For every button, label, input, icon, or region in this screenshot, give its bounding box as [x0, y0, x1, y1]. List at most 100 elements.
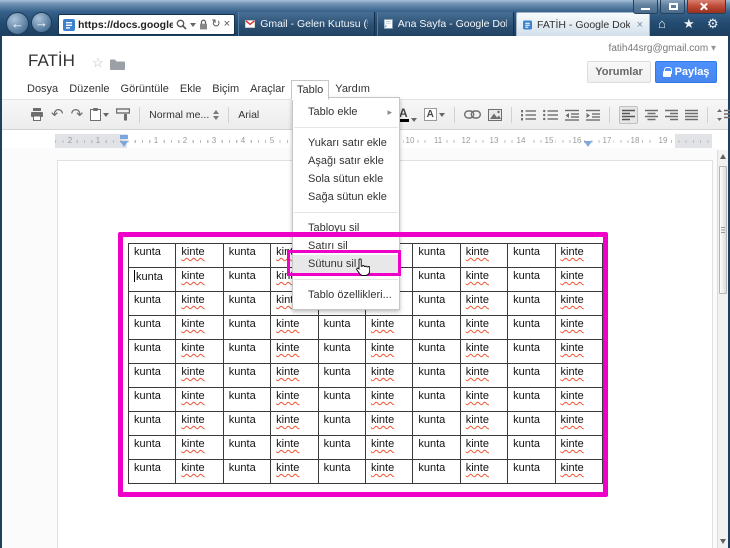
bulleted-list-icon[interactable] [542, 109, 558, 121]
align-right-icon[interactable] [664, 109, 678, 121]
refresh-icon[interactable]: ↻ [211, 19, 220, 30]
menu-separator [294, 212, 398, 213]
gmail-icon [245, 20, 256, 28]
scrollbar-thumb[interactable] [719, 166, 727, 294]
increase-indent-icon[interactable] [585, 109, 600, 121]
menubar-item[interactable]: Biçim [207, 80, 244, 100]
print-icon[interactable] [30, 108, 44, 121]
menubar-item[interactable]: Tablo [291, 80, 330, 100]
ruler-number: 10 [403, 136, 417, 145]
menu-item-label: Tablo ekle [308, 106, 358, 118]
menubar-item[interactable]: Düzenle [64, 80, 114, 100]
line-spacing-icon [716, 108, 730, 121]
insert-link-icon[interactable] [463, 110, 481, 119]
styles-dropdown[interactable]: Normal me... [149, 109, 220, 121]
tab-close-icon[interactable]: × [637, 19, 643, 31]
right-indent-marker[interactable] [584, 141, 592, 147]
menubar: Dosya Düzenle Görüntüle Ekle Biçim Araçl… [22, 80, 376, 100]
maximize-button[interactable] [660, 0, 685, 14]
clipboard-icon [90, 108, 102, 121]
highlight-color-button[interactable]: A [423, 108, 445, 121]
insert-image-icon[interactable] [487, 108, 502, 121]
tab-label: Ana Sayfa - Google Doküm... [397, 18, 507, 30]
scroll-up-icon[interactable] [720, 154, 726, 159]
tab-fatih-active[interactable]: FATİH - Google Doküma... × [516, 12, 650, 36]
search-dropdown-caret[interactable] [190, 22, 197, 27]
menubar-item[interactable]: Ekle [175, 80, 206, 100]
menu-item[interactable]: Sola sütun ekle [293, 170, 399, 188]
window-controls [631, 0, 726, 14]
menu-item-label: Sağa sütun ekle [308, 191, 387, 203]
ruler-number: 14 [514, 136, 528, 145]
paste-button[interactable] [90, 108, 110, 121]
comments-button[interactable]: Yorumlar [587, 61, 651, 83]
ruler-number: 15 [542, 136, 556, 145]
text-color-button[interactable]: A [398, 107, 417, 122]
redo-icon[interactable]: ↷ [71, 107, 84, 122]
ruler-number: 17 [600, 136, 614, 145]
settings-gear-icon[interactable]: ⚙ [707, 16, 719, 32]
share-button[interactable]: Paylaş [655, 61, 717, 83]
search-icon[interactable] [176, 19, 187, 30]
docs-icon [523, 19, 533, 30]
tab-gmail[interactable]: Gmail - Gelen Kutusu (5) - f... [238, 12, 375, 36]
ruler-number: 2 [65, 136, 75, 145]
menu-separator [294, 127, 398, 128]
undo-icon[interactable]: ↶ [51, 107, 64, 122]
paint-format-icon[interactable] [116, 108, 131, 121]
left-indent-marker[interactable] [120, 141, 128, 147]
favorites-star-icon[interactable]: ★ [683, 16, 695, 32]
url-text[interactable]: https://docs.google.c... [78, 19, 173, 31]
justify-icon[interactable] [684, 109, 698, 121]
font-dropdown[interactable]: Arial [238, 109, 259, 121]
tab-label: FATİH - Google Doküma... [537, 18, 630, 31]
account-menu[interactable]: fatih44srg@gmail.com ▾ [609, 43, 716, 54]
indent-bar-marker[interactable] [120, 135, 128, 139]
scrollbar-grip [721, 227, 725, 233]
maximize-icon [669, 3, 678, 10]
numbered-list-icon[interactable] [520, 109, 536, 121]
forward-button[interactable]: → [31, 12, 52, 33]
ruler-number: 3 [209, 136, 219, 145]
hand-cursor-icon [356, 258, 370, 276]
address-bar[interactable]: https://docs.google.c... ↻ × [58, 14, 235, 35]
document-title[interactable]: FATİH [28, 51, 75, 71]
tab-ana-sayfa[interactable]: Ana Sayfa - Google Doküm... [377, 12, 514, 36]
ruler-number: 2 [180, 136, 190, 145]
menu-item[interactable]: Aşağı satır ekle [293, 152, 399, 170]
minimize-button[interactable] [633, 0, 658, 14]
ruler-number: 16 [570, 136, 584, 145]
decrease-indent-icon[interactable] [564, 109, 579, 121]
ruler-number: 18 [628, 136, 642, 145]
back-button[interactable]: ← [6, 12, 29, 35]
browser-window: ← → https://docs.google.c... ↻ × Gmail -… [0, 0, 730, 548]
vertical-scrollbar[interactable] [717, 150, 728, 548]
menubar-item[interactable]: Görüntüle [116, 80, 174, 100]
align-left-icon [621, 109, 635, 120]
paste-caret-icon [103, 112, 110, 117]
menubar-item[interactable]: Araçlar [245, 80, 290, 100]
menu-item[interactable]: Sağa sütun ekle [293, 188, 399, 206]
stop-icon[interactable]: × [224, 19, 230, 30]
home-icon[interactable]: ⌂ [658, 16, 666, 31]
scroll-down-icon[interactable] [720, 539, 726, 544]
menubar-item[interactable]: Dosya [22, 80, 63, 100]
ruler-number: 1 [151, 136, 161, 145]
ruler-number: 5 [267, 136, 277, 145]
menu-item[interactable]: Tablo ekle ▸ [293, 103, 399, 121]
menu-item[interactable]: Yukarı satır ekle [293, 134, 399, 152]
ruler-number: 12 [459, 136, 473, 145]
close-button[interactable] [687, 0, 726, 14]
align-left-button[interactable] [618, 105, 638, 124]
share-lock-icon [662, 67, 672, 77]
styles-updown-icon [213, 109, 220, 120]
lock-icon [200, 19, 208, 30]
star-document-icon[interactable]: ☆ [92, 55, 104, 71]
menu-item-label: Yukarı satır ekle [308, 137, 387, 149]
docs-favicon [63, 18, 75, 31]
align-center-icon[interactable] [644, 109, 658, 121]
line-spacing-button[interactable] [716, 108, 730, 121]
folder-icon[interactable] [110, 59, 125, 70]
ruler-number: 19 [656, 136, 670, 145]
docs-content: fatih44srg@gmail.com ▾ FATİH ☆ Yorumlar … [2, 36, 730, 548]
